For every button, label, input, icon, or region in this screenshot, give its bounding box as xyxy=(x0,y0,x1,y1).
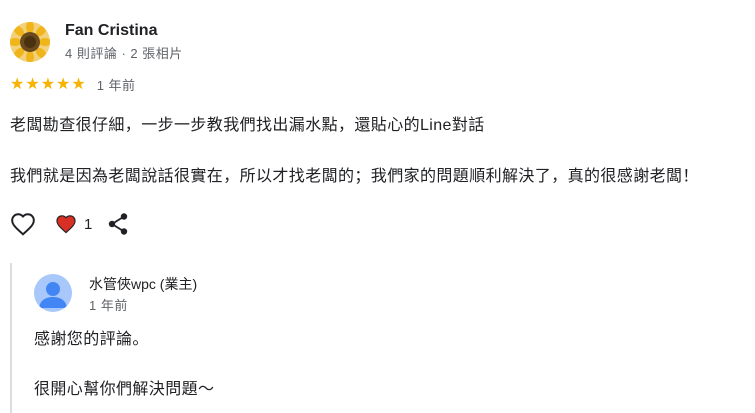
owner-name[interactable]: 水管俠wpc (業主) xyxy=(89,274,197,294)
share-icon xyxy=(109,213,128,235)
star-icon: ★ xyxy=(40,75,56,93)
owner-reply-paragraph: 感謝您的評論。 xyxy=(34,331,149,348)
star-rating: ★ ★ ★ ★ ★ xyxy=(10,75,87,93)
star-icon: ★ xyxy=(25,75,40,93)
star-icon: ★ xyxy=(56,75,71,93)
owner-avatar[interactable] xyxy=(34,274,72,312)
owner-reply-paragraph: 很開心幫你們解決問題～ xyxy=(34,381,215,398)
heart-outline-icon xyxy=(11,213,35,236)
like-button[interactable] xyxy=(10,211,36,237)
owner-reply-time: 1 年前 xyxy=(89,298,128,313)
person-icon xyxy=(39,282,67,308)
review-card: Fan Cristina 4 則評論 · 2 張相片 ★ ★ ★ ★ ★ 1 年前 老闆… xyxy=(0,0,755,413)
reviewer-avatar[interactable] xyxy=(10,22,50,62)
reviewer-name[interactable]: Fan Cristina xyxy=(65,22,157,40)
star-icon: ★ xyxy=(71,75,86,93)
owner-reply: 水管俠wpc (業主) 1 年前 感謝您的評論。 很開心幫你們解決問題～ xyxy=(10,263,745,413)
star-icon: ★ xyxy=(10,75,25,93)
review-paragraph: 老闆勘查很仔細，一步一步教我們找出漏水點，還貼心的Line對話 xyxy=(10,117,485,134)
reaction-button[interactable] xyxy=(54,212,78,236)
reviewer-meta: 4 則評論 · 2 張相片 xyxy=(65,46,183,61)
review-paragraph: 我們就是因為老闆說話很實在，所以才找老闆的；我們家的問題順利解決了，真的很感謝老… xyxy=(10,168,699,185)
sunflower-icon xyxy=(10,22,50,62)
share-button[interactable] xyxy=(106,212,130,236)
reaction-count: 1 xyxy=(84,215,93,233)
heart-filled-icon xyxy=(56,215,76,234)
review-time: 1 年前 xyxy=(96,78,136,93)
rating-row: ★ ★ ★ ★ ★ 1 年前 xyxy=(10,75,136,94)
review-actions: 1 xyxy=(10,211,130,237)
